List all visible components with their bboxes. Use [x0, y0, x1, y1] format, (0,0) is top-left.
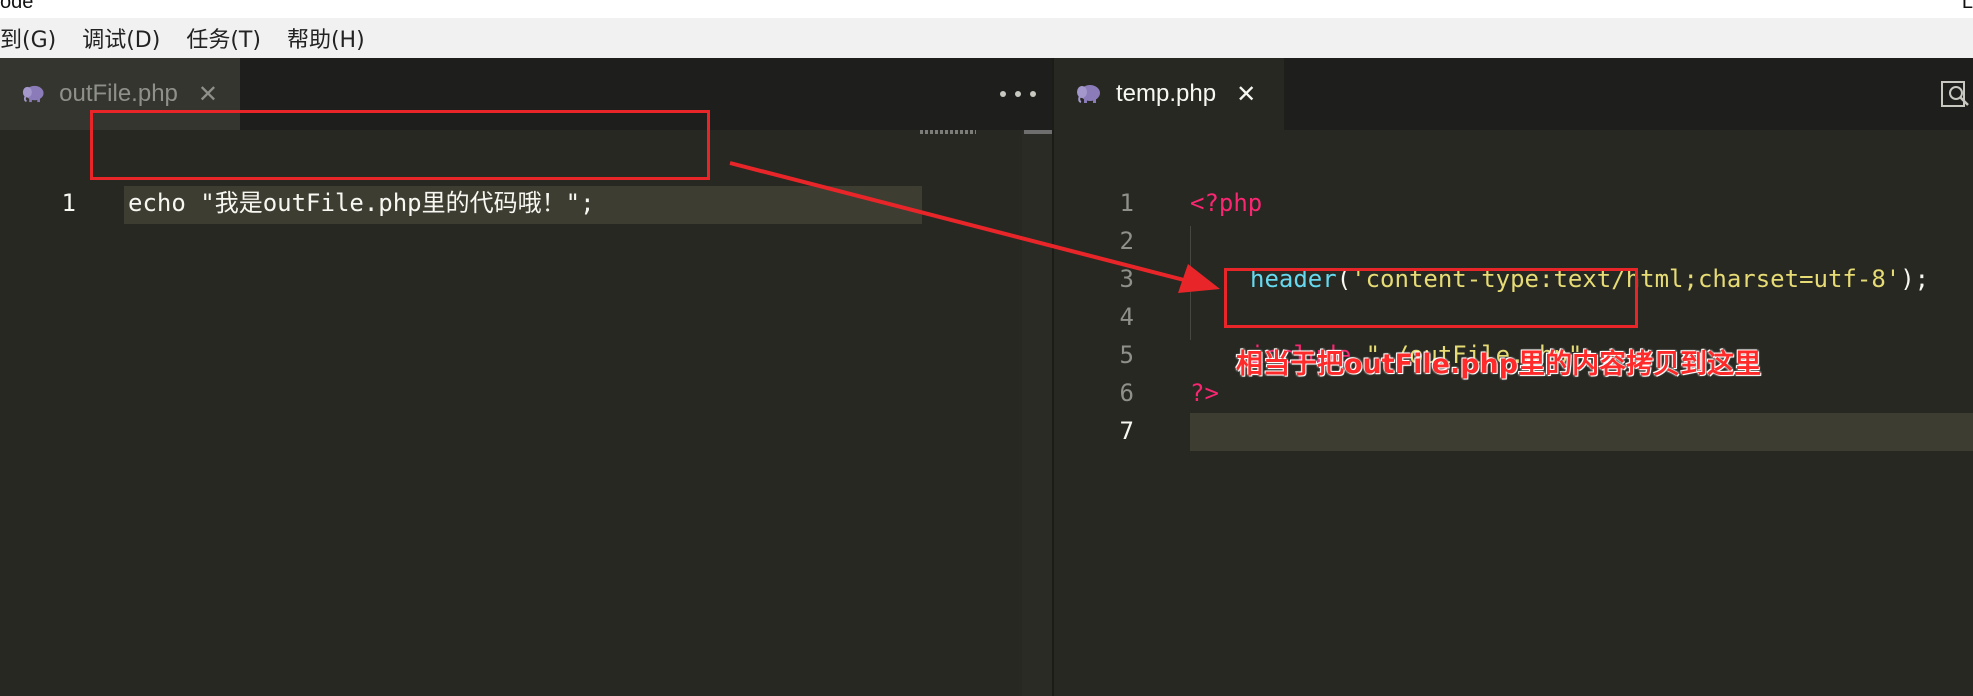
menu-goto[interactable]: 到(G) [0, 22, 56, 54]
code-text: <?php [1190, 184, 1262, 222]
menu-tasks[interactable]: 任务(T) [186, 22, 261, 54]
code-editor-right[interactable]: 1 <?php 2 3 header('content-type:text/ht… [1054, 130, 1973, 696]
code-line: 1 <?php [1054, 184, 1973, 222]
tab-label-outfile: outFile.php [59, 80, 178, 107]
code-line: 7 [1054, 412, 1973, 450]
annotation-box-echo [90, 110, 710, 180]
line-number: 5 [1119, 341, 1134, 369]
php-elephant-icon [1077, 85, 1100, 103]
minimap-preview [920, 130, 976, 134]
code-text: ?> [1190, 374, 1219, 412]
php-elephant-icon [22, 85, 44, 103]
code-line: 2 [1054, 222, 1973, 260]
menu-bar: 到(G) 调试(D) 任务(T) 帮助(H) [0, 18, 1973, 58]
tab-bar-right: temp.php ✕ [1054, 58, 1973, 130]
annotation-box-include [1224, 268, 1638, 328]
title-bar: ode L [0, 0, 1973, 18]
close-icon[interactable]: ✕ [1236, 80, 1256, 108]
more-horizontal-icon[interactable] [1000, 80, 1036, 108]
window-control-icon[interactable]: L [1962, 0, 1973, 14]
php-close-tag: ?> [1190, 379, 1219, 407]
punctuation: ); [1900, 265, 1930, 293]
line-number: 7 [1119, 417, 1134, 445]
code-text: echo "我是outFile.php里的代码哦！"; [128, 189, 595, 217]
php-open-tag: <?php [1190, 189, 1263, 217]
line-number: 1 [1119, 189, 1134, 217]
line-number: 6 [1119, 379, 1134, 407]
code-editor-left[interactable]: 1 echo "我是outFile.php里的代码哦！"; [0, 130, 1052, 696]
tab-label-temp: temp.php [1116, 80, 1217, 107]
close-icon[interactable]: ✕ [198, 80, 218, 108]
split-editor-icon[interactable] [1939, 78, 1971, 110]
window-title: ode [0, 0, 34, 13]
menu-debug[interactable]: 调试(D) [82, 22, 160, 54]
line-number: 2 [1119, 227, 1134, 255]
minimap[interactable] [1022, 130, 1052, 696]
line-number: 3 [1119, 265, 1134, 293]
menu-help[interactable]: 帮助(H) [287, 22, 365, 54]
tab-temp-php[interactable]: temp.php ✕ [1054, 58, 1284, 130]
line-number: 1 [61, 189, 76, 217]
scrollbar-thumb[interactable] [1024, 130, 1052, 134]
line-number: 4 [1119, 303, 1134, 331]
annotation-caption: 相当于把outFile.php里的内容拷贝到这里 [1236, 349, 1762, 380]
code-line: 1 echo "我是outFile.php里的代码哦！"; [0, 184, 1052, 222]
